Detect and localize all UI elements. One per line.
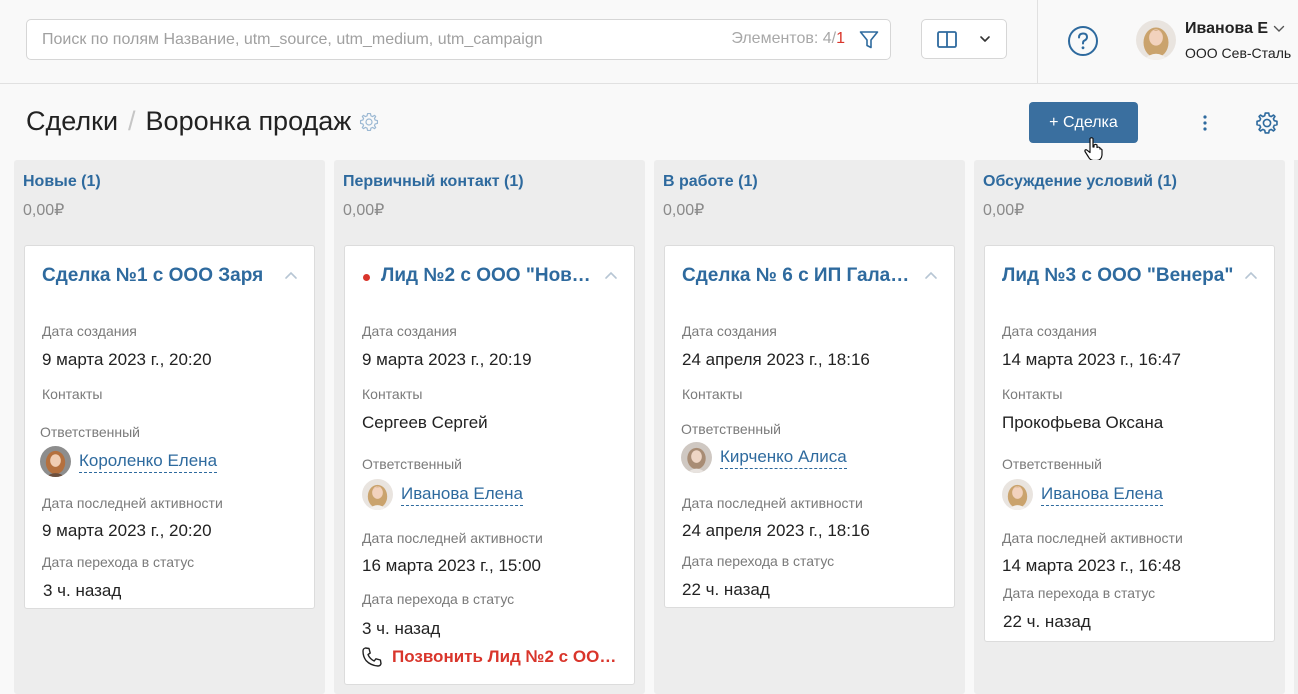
breadcrumb: Сделки / Воронка продаж	[26, 106, 380, 137]
task-text[interactable]: Позвонить Лид №2 с ООО "Новая заря"	[392, 647, 618, 667]
status-value: 3 ч. назад	[362, 619, 441, 638]
chevron-up-icon[interactable]	[284, 270, 298, 280]
breadcrumb-section[interactable]: Сделки	[26, 106, 118, 137]
contacts-label: Контакты	[1002, 386, 1063, 402]
responsible-name[interactable]: Кирченко Алиса	[720, 447, 847, 469]
activity-value: 16 марта 2023 г., 15:00	[362, 556, 542, 575]
search-input[interactable]	[42, 29, 682, 51]
task-item[interactable]: Позвонить Лид №2 с ООО "Новая заря"	[360, 645, 618, 669]
deal-card[interactable]: Лид №3 с ООО "Венера" Дата создания 14 м…	[984, 245, 1275, 642]
responsible-label: Ответственный	[40, 424, 140, 440]
status-value: 3 ч. назад	[43, 581, 122, 600]
user-company: ООО Сев-Сталь	[1185, 45, 1292, 61]
more-options-icon[interactable]	[1195, 111, 1215, 135]
avatar	[1002, 479, 1033, 510]
created-value: 9 марта 2023 г., 20:20	[42, 350, 212, 369]
responsible-name[interactable]: Иванова Елена	[401, 484, 523, 506]
activity-value: 9 марта 2023 г., 20:20	[42, 521, 212, 540]
gear-icon[interactable]	[358, 111, 380, 133]
column-sum: 0,00₽	[343, 202, 385, 219]
activity-value: 24 апреля 2023 г., 18:16	[682, 521, 870, 540]
elements-counter: Элементов: 4/1	[731, 30, 845, 48]
kanban-column: В работе (1) 0,00₽ Сделка № 6 с ИП Галан…	[654, 160, 965, 694]
top-bar: Элементов: 4/1 Иванова Е ООО Сев-Сталь	[0, 0, 1298, 84]
created-value: 24 апреля 2023 г., 18:16	[682, 350, 870, 369]
column-sum: 0,00₽	[23, 202, 65, 219]
deal-card[interactable]: Лид №2 с ООО "Новая заря" Дата создания …	[344, 245, 635, 685]
status-label: Дата перехода в статус	[42, 554, 195, 570]
kanban-column: Обсуждение условий (1) 0,00₽ Лид №3 с ОО…	[974, 160, 1285, 694]
activity-value: 14 марта 2023 г., 16:48	[1002, 556, 1182, 575]
phone-icon	[362, 647, 382, 667]
activity-label: Дата последней активности	[682, 495, 863, 511]
chevron-down-icon	[980, 36, 990, 42]
card-title[interactable]: Сделка №1 с ООО Заря	[42, 265, 274, 287]
column-title[interactable]: В работе (1)	[663, 173, 758, 191]
avatar	[681, 442, 712, 473]
card-title[interactable]: Лид №3 с ООО "Венера"	[1002, 265, 1234, 287]
responsible-person[interactable]: Иванова Елена	[1002, 479, 1163, 510]
chevron-up-icon[interactable]	[924, 270, 938, 280]
avatar	[362, 479, 393, 510]
contact-value[interactable]: Сергеев Сергей	[362, 413, 488, 433]
contacts-label: Контакты	[42, 386, 103, 402]
activity-label: Дата последней активности	[362, 530, 543, 546]
deal-card[interactable]: Сделка №1 с ООО Заря Дата создания 9 мар…	[24, 245, 315, 609]
kanban-column: Новые (1) 0,00₽ Сделка №1 с ООО Заря Дат…	[14, 160, 325, 694]
counter-label: Элементов: 4	[731, 30, 832, 47]
overdue-indicator	[363, 274, 370, 281]
status-label: Дата перехода в статус	[682, 553, 835, 569]
created-label: Дата создания	[42, 323, 137, 339]
created-label: Дата создания	[682, 323, 777, 339]
activity-label: Дата последней активности	[42, 495, 223, 511]
counter-selected: 1	[836, 30, 845, 47]
created-label: Дата создания	[362, 323, 457, 339]
column-title[interactable]: Обсуждение условий (1)	[983, 173, 1177, 191]
card-title[interactable]: Сделка № 6 с ИП Галанова	[682, 265, 914, 287]
contacts-label: Контакты	[362, 386, 423, 402]
kanban-column: Первичный контакт (1) 0,00₽ Лид №2 с ООО…	[334, 160, 645, 694]
filter-icon[interactable]	[858, 29, 880, 51]
settings-gear-icon[interactable]	[1254, 110, 1280, 136]
status-label: Дата перехода в статус	[1003, 585, 1156, 601]
responsible-label: Ответственный	[362, 456, 462, 472]
responsible-person[interactable]: Короленко Елена	[40, 446, 218, 477]
created-label: Дата создания	[1002, 323, 1097, 339]
column-sum: 0,00₽	[983, 202, 1025, 219]
kanban-view-icon	[937, 31, 957, 48]
kanban-column-edge	[1294, 160, 1298, 694]
card-title[interactable]: Лид №2 с ООО "Новая заря"	[381, 265, 594, 287]
hand-cursor-icon	[1084, 137, 1103, 162]
user-name[interactable]: Иванова Е	[1185, 20, 1268, 38]
page-title: Воронка продаж	[145, 106, 352, 136]
responsible-label: Ответственный	[681, 421, 781, 437]
responsible-label: Ответственный	[1002, 456, 1102, 472]
column-title[interactable]: Новые (1)	[23, 173, 101, 191]
status-label: Дата перехода в статус	[362, 591, 515, 607]
created-value: 14 марта 2023 г., 16:47	[1002, 350, 1182, 369]
column-sum: 0,00₽	[663, 202, 705, 219]
status-value: 22 ч. назад	[1003, 612, 1091, 631]
chevron-up-icon[interactable]	[1244, 270, 1258, 280]
responsible-person[interactable]: Иванова Елена	[362, 479, 523, 510]
responsible-name[interactable]: Иванова Елена	[1041, 484, 1163, 506]
chevron-down-icon[interactable]	[1273, 24, 1285, 34]
responsible-name[interactable]: Короленко Елена	[79, 451, 218, 473]
deal-card[interactable]: Сделка № 6 с ИП Галанова Дата создания 2…	[664, 245, 955, 608]
contact-value[interactable]: Прокофьева Оксана	[1002, 413, 1163, 433]
avatar[interactable]	[1136, 20, 1176, 60]
search-box[interactable]: Элементов: 4/1	[26, 19, 891, 60]
status-value: 22 ч. назад	[682, 580, 770, 599]
activity-label: Дата последней активности	[1002, 530, 1183, 546]
help-icon[interactable]	[1067, 25, 1099, 57]
created-value: 9 марта 2023 г., 20:19	[362, 350, 532, 369]
responsible-person[interactable]: Кирченко Алиса	[681, 442, 847, 473]
contacts-label: Контакты	[682, 386, 743, 402]
divider	[1037, 0, 1038, 84]
chevron-up-icon[interactable]	[604, 270, 618, 280]
column-title[interactable]: Первичный контакт (1)	[343, 173, 524, 191]
view-switch-button[interactable]	[921, 19, 1007, 59]
breadcrumb-separator: /	[128, 106, 136, 136]
avatar	[40, 446, 71, 477]
